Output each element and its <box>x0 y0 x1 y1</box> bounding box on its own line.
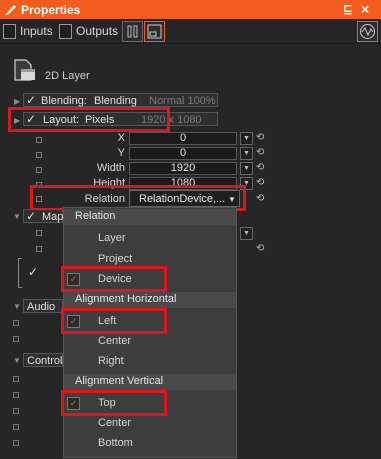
x-value-field[interactable]: 0 <box>129 132 237 145</box>
audio-keyframe-box[interactable] <box>13 320 19 326</box>
reset-icon[interactable]: ⟲ <box>256 147 264 158</box>
outputs-icon[interactable] <box>59 24 72 39</box>
layout-view-button[interactable] <box>144 21 165 42</box>
top-highlight-box <box>61 390 167 416</box>
close-icon[interactable]: × <box>361 1 369 17</box>
audio-label: Audio <box>27 301 56 313</box>
reset-icon[interactable]: ⟲ <box>256 132 264 143</box>
controls-keyframe-box[interactable] <box>13 408 19 414</box>
waveform-icon <box>360 24 375 39</box>
blending-summary: Normal 100% <box>149 95 216 107</box>
relation-menu-header: Relation <box>64 209 236 225</box>
controls-keyframe-box[interactable] <box>13 424 19 430</box>
x-dropdown[interactable]: ▼ <box>240 132 253 145</box>
menu-item-layer[interactable]: Layer <box>98 232 126 244</box>
layout-highlight-box <box>8 107 170 132</box>
mapping-label: Map <box>42 211 64 223</box>
waveform-button[interactable] <box>357 21 378 42</box>
audio-keyframe-box[interactable] <box>13 336 19 342</box>
menu-item-project[interactable]: Project <box>98 253 132 265</box>
x-label: X <box>117 132 125 144</box>
width-value-field[interactable]: 1920 <box>129 162 237 175</box>
blending-value: Blending <box>94 95 137 107</box>
layer-clapperboard-icon <box>14 59 35 81</box>
panel-title: Properties <box>21 3 81 17</box>
width-keyframe-box[interactable] <box>36 167 42 173</box>
reset-icon[interactable]: ⟲ <box>256 243 264 254</box>
split-view-icon <box>127 25 138 38</box>
y-keyframe-box[interactable] <box>36 152 42 158</box>
expand-icon[interactable]: ▼ <box>13 302 21 311</box>
left-highlight-box <box>61 308 167 334</box>
menu-item-center-horizontal[interactable]: Center <box>98 335 131 347</box>
expand-icon[interactable]: ▼ <box>13 356 21 365</box>
controls-keyframe-box[interactable] <box>13 392 19 398</box>
controls-keyframe-box[interactable] <box>13 440 19 446</box>
y-label: Y <box>117 147 125 159</box>
device-highlight-box <box>61 266 167 292</box>
reset-icon[interactable]: ⟲ <box>256 162 264 173</box>
layout-view-icon <box>147 24 162 39</box>
blending-label: Blending: <box>41 95 87 107</box>
blending-checkbox[interactable]: ✓ <box>26 93 36 107</box>
width-dropdown[interactable]: ▼ <box>240 162 253 175</box>
menu-item-bottom[interactable]: Bottom <box>98 437 133 449</box>
app-logo-icon <box>6 5 16 15</box>
y-dropdown[interactable]: ▼ <box>240 147 253 160</box>
outputs-label[interactable]: Outputs <box>76 24 118 38</box>
properties-toolbar: Inputs Outputs <box>0 19 381 44</box>
bracket-divider <box>18 258 22 288</box>
controls-keyframe-box[interactable] <box>13 376 19 382</box>
alignment-horizontal-header: Alignment Horizontal <box>64 292 236 308</box>
inputs-icon[interactable] <box>3 24 16 39</box>
inputs-label[interactable]: Inputs <box>20 24 53 38</box>
mapping-checkbox[interactable]: ✓ <box>26 209 36 223</box>
menu-item-right[interactable]: Right <box>98 355 124 367</box>
pin-icon[interactable]: ⊑ <box>343 2 353 16</box>
menu-item-center-vertical[interactable]: Center <box>98 417 131 429</box>
reset-icon[interactable]: ⟲ <box>256 177 264 188</box>
collapse-icon[interactable]: ▶ <box>14 97 20 106</box>
input-output-toggle-button[interactable] <box>122 21 143 42</box>
y-value-field[interactable]: 0 <box>129 147 237 160</box>
mapping-sub-checkbox[interactable]: ✓ <box>28 265 38 279</box>
mapping-keyframe-box[interactable] <box>36 230 42 236</box>
mapping-keyframe-box[interactable] <box>36 246 42 252</box>
x-keyframe-box[interactable] <box>36 137 42 143</box>
alignment-vertical-header: Alignment Vertical <box>64 374 236 390</box>
mapping-dropdown[interactable]: ▼ <box>240 227 253 240</box>
panel-titlebar[interactable]: Properties ⊑ × <box>0 0 381 19</box>
reset-icon[interactable]: ⟲ <box>256 193 264 204</box>
width-label: Width <box>96 162 125 174</box>
layer-name: 2D Layer <box>45 70 90 82</box>
expand-icon[interactable]: ▼ <box>13 212 21 221</box>
controls-label: Control <box>27 355 63 367</box>
